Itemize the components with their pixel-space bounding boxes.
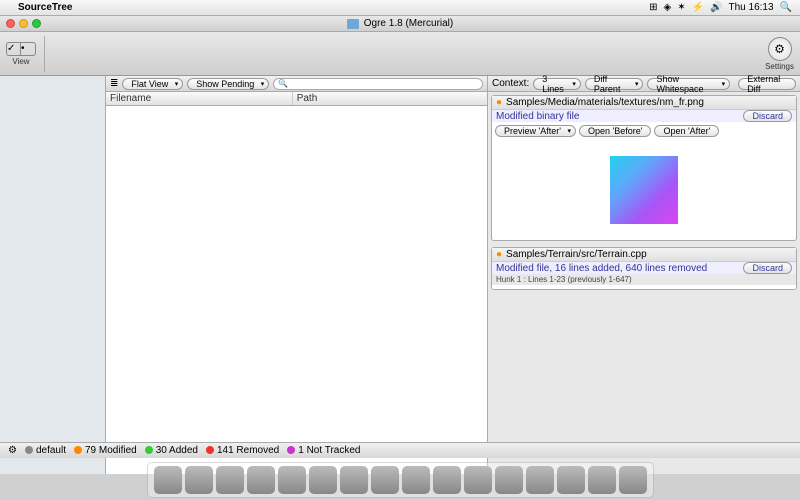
tree-toggle-icon[interactable]: ≣ <box>110 78 118 89</box>
added-count: 30 Added <box>156 445 198 456</box>
diff-subtitle: Modified file, 16 lines added, 640 lines… <box>496 263 707 274</box>
spotlight-icon[interactable]: 🔍 <box>780 2 792 13</box>
volume-icon[interactable]: 🔊 <box>710 2 722 13</box>
diff-mode-dropdown[interactable]: Diff Parent <box>585 78 644 90</box>
indicator-icon[interactable]: ✶ <box>677 2 685 13</box>
indicator-icon[interactable]: ⊞ <box>649 2 657 13</box>
main-content: ≣ Flat View Show Pending 🔍 Filename Path… <box>0 76 800 474</box>
preview-path: Samples/Media/materials/textures/nm_fr.p… <box>506 97 704 108</box>
minimize-button[interactable] <box>19 19 28 28</box>
file-list[interactable] <box>106 106 487 474</box>
indicator-icon[interactable]: ◈ <box>664 2 672 13</box>
dock-app-icon[interactable] <box>526 466 554 494</box>
dock-app-icon[interactable] <box>247 466 275 494</box>
dock-app-icon[interactable] <box>371 466 399 494</box>
view-toggle[interactable]: ✓ • View <box>6 42 36 66</box>
close-button[interactable] <box>6 19 15 28</box>
dock-app-icon[interactable] <box>278 466 306 494</box>
whitespace-dropdown[interactable]: Show Whitespace <box>647 78 730 90</box>
untracked-count: 1 Not Tracked <box>298 445 360 456</box>
preview-after-dropdown[interactable]: Preview 'After' <box>495 125 576 137</box>
context-label: Context: <box>492 78 529 89</box>
statusbar: ⚙ default 79 Modified 30 Added 141 Remov… <box>0 442 800 458</box>
dock-app-icon[interactable] <box>402 466 430 494</box>
dock <box>0 458 800 500</box>
dock-app-icon[interactable] <box>495 466 523 494</box>
zoom-button[interactable] <box>32 19 41 28</box>
modified-icon: ● <box>496 249 502 260</box>
dock-app-icon[interactable] <box>185 466 213 494</box>
modified-count: 79 Modified <box>85 445 137 456</box>
settings-button[interactable]: ⚙ Settings <box>765 37 794 71</box>
discard-button[interactable]: Discard <box>743 110 792 122</box>
diff-pane: Context: 3 Lines Diff Parent Show Whites… <box>488 76 800 474</box>
dock-app-icon[interactable] <box>557 466 585 494</box>
clock[interactable]: Thu 16:13 <box>729 2 774 13</box>
window-title: Ogre 1.8 (Mercurial) <box>364 18 453 29</box>
window-titlebar: Ogre 1.8 (Mercurial) <box>0 16 800 32</box>
external-diff-button[interactable]: External Diff <box>738 78 796 90</box>
dock-app-icon[interactable] <box>619 466 647 494</box>
dock-app-icon[interactable] <box>309 466 337 494</box>
branch-status: default <box>36 445 66 456</box>
open-before-button[interactable]: Open 'Before' <box>579 125 651 137</box>
image-preview <box>492 140 796 240</box>
diff-toolbar: Context: 3 Lines Diff Parent Show Whites… <box>488 76 800 92</box>
file-list-header[interactable]: Filename Path <box>106 92 487 106</box>
path-column-header[interactable]: Path <box>293 92 487 105</box>
dock-app-icon[interactable] <box>433 466 461 494</box>
menubar: SourceTree ⊞ ◈ ✶ ⚡ 🔊 Thu 16:13 🔍 <box>0 0 800 16</box>
texture-preview-image <box>610 156 678 224</box>
discard-button[interactable]: Discard <box>743 262 792 274</box>
dock-app-icon[interactable] <box>340 466 368 494</box>
filename-column-header[interactable]: Filename <box>106 92 293 105</box>
traffic-lights <box>6 19 41 28</box>
gear-icon: ⚙ <box>768 37 792 61</box>
file-toolbar: ≣ Flat View Show Pending 🔍 <box>106 76 487 92</box>
search-input[interactable]: 🔍 <box>273 78 483 90</box>
dock-app-icon[interactable] <box>588 466 616 494</box>
removed-count: 141 Removed <box>217 445 279 456</box>
sidebar <box>0 76 106 474</box>
folder-icon <box>347 19 359 29</box>
context-dropdown[interactable]: 3 Lines <box>533 78 581 90</box>
modified-icon: ● <box>496 97 502 108</box>
settings-icon[interactable]: ⚙ <box>8 445 17 456</box>
main-toolbar: ✓ • View ⚙ Settings <box>0 32 800 76</box>
filter-dropdown[interactable]: Show Pending <box>187 78 269 90</box>
wifi-icon[interactable]: ⚡ <box>692 2 704 13</box>
open-after-button[interactable]: Open 'After' <box>654 125 719 137</box>
dock-app-icon[interactable] <box>464 466 492 494</box>
menubar-indicators: ⊞ ◈ ✶ ⚡ 🔊 Thu 16:13 🔍 <box>649 2 792 13</box>
hunk-header: Hunk 1 : Lines 1-23 (previously 1-647) <box>492 274 796 285</box>
dock-app-icon[interactable] <box>154 466 182 494</box>
preview-pane: ● Samples/Media/materials/textures/nm_fr… <box>491 95 797 241</box>
app-name[interactable]: SourceTree <box>18 2 72 13</box>
diff-content[interactable] <box>492 285 796 289</box>
text-diff-pane: ● Samples/Terrain/src/Terrain.cpp Modifi… <box>491 247 797 290</box>
preview-subtitle: Modified binary file <box>496 111 579 122</box>
dock-app-icon[interactable] <box>216 466 244 494</box>
file-pane: ≣ Flat View Show Pending 🔍 Filename Path <box>106 76 488 474</box>
view-mode-dropdown[interactable]: Flat View <box>122 78 183 90</box>
diff-path: Samples/Terrain/src/Terrain.cpp <box>506 249 647 260</box>
